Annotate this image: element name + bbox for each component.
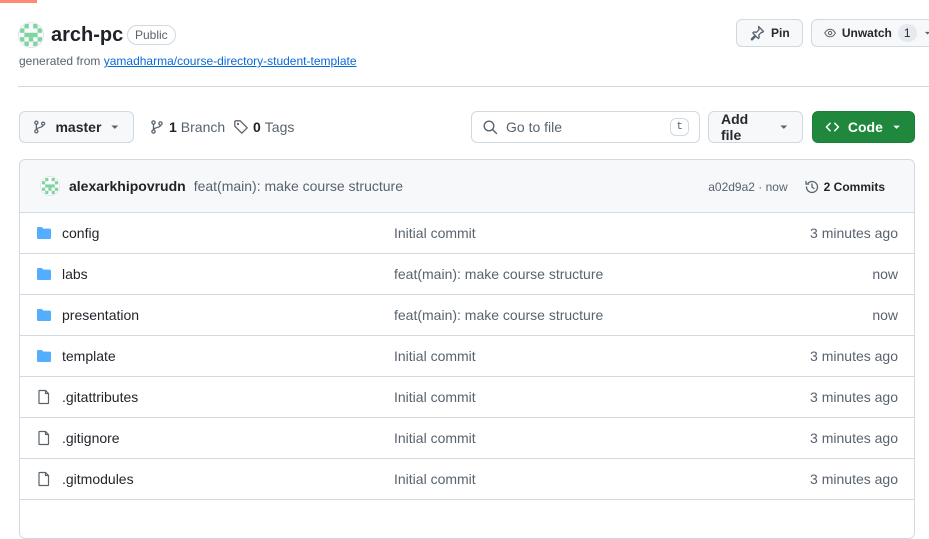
tags-count: 0 (253, 119, 261, 135)
pin-icon (750, 25, 765, 41)
file-commit-message[interactable]: Initial commit (394, 389, 476, 405)
file-commit-age: 3 minutes ago (810, 348, 898, 364)
tags-label: Tags (264, 119, 295, 135)
file-list: config Initial commit 3 minutes ago labs fea… (20, 213, 914, 500)
keyboard-shortcut-hint: t (670, 118, 689, 136)
branches-label: Branch (180, 119, 226, 135)
repo-name[interactable]: arch-pc (51, 22, 123, 48)
git-branch-icon (151, 120, 163, 134)
file-row[interactable]: config Initial commit 3 minutes ago (20, 213, 914, 254)
branch-label: master (55, 119, 102, 135)
file-row[interactable]: .gitattributes Initial commit 3 minutes ag… (20, 377, 914, 418)
file-name-link[interactable]: .gitignore (62, 430, 120, 446)
repo-toolbar: master 1 Branch 0 Tags t Add file (19, 111, 915, 143)
add-file-label: Add file (721, 111, 749, 143)
latest-commit-bar: alexarkhipovrudn feat(main): make course… (20, 160, 914, 213)
commit-message[interactable]: feat(main): make course structure (194, 178, 403, 194)
file-icon (38, 430, 50, 446)
history-icon (804, 180, 818, 193)
branches-count: 1 (169, 119, 177, 135)
add-file-button[interactable]: Add file (708, 111, 803, 143)
page-load-progress-bar (0, 0, 37, 3)
code-button[interactable]: Code (812, 111, 915, 143)
go-to-file-search[interactable]: t (471, 111, 700, 143)
caret-down-icon (893, 125, 900, 129)
file-commit-age: 3 minutes ago (810, 471, 898, 487)
unwatch-label: Unwatch (841, 26, 892, 40)
pin-label: Pin (771, 26, 790, 40)
identicon-icon (20, 24, 42, 46)
file-name-link[interactable]: presentation (62, 307, 139, 323)
eye-icon (823, 28, 836, 38)
chevron-down-icon (924, 31, 929, 35)
file-name-link[interactable]: .gitmodules (62, 471, 134, 487)
identicon-avatar[interactable] (18, 22, 44, 48)
commit-author[interactable]: alexarkhipovrudn (69, 178, 186, 194)
folder-icon (37, 350, 51, 362)
commits-history-link[interactable]: 2 Commits (804, 179, 885, 195)
commits-count-label: 2 Commits (823, 179, 885, 194)
code-icon (825, 122, 840, 132)
commit-meta: a02d9a2 · now 2 Commits (708, 160, 885, 213)
header-divider (18, 86, 929, 87)
file-icon (38, 389, 50, 405)
file-name-link[interactable]: .gitattributes (62, 389, 138, 405)
commit-sha[interactable]: a02d9a2 · now (708, 180, 787, 194)
file-icon (38, 471, 50, 487)
file-commit-message[interactable]: Initial commit (394, 225, 476, 241)
file-row[interactable]: .gitignore Initial commit 3 minutes ago (20, 418, 914, 459)
git-branch-icon (34, 120, 46, 134)
pin-button[interactable]: Pin (736, 19, 803, 47)
caret-down-icon (780, 125, 788, 129)
file-name-link[interactable]: template (62, 348, 116, 364)
caret-down-icon (111, 125, 119, 129)
tags-link[interactable]: 0 Tags (233, 111, 294, 143)
file-commit-age: now (872, 307, 898, 323)
visibility-badge: Public (127, 25, 176, 45)
branch-selector-button[interactable]: master (19, 111, 134, 143)
watchers-count: 1 (897, 24, 917, 42)
file-row[interactable]: template Initial commit 3 minutes ago (20, 336, 914, 377)
generated-from: generated from yamadharma/course-directo… (19, 54, 357, 68)
tag-icon (234, 120, 248, 134)
file-row[interactable]: .gitmodules Initial commit 3 minutes ago (20, 459, 914, 500)
identicon-icon (42, 178, 58, 194)
file-commit-age: 3 minutes ago (810, 389, 898, 405)
header-actions: Pin Unwatch 1 (736, 19, 929, 47)
branches-link[interactable]: 1 Branch (149, 111, 225, 143)
file-commit-message[interactable]: Initial commit (394, 348, 476, 364)
file-name-link[interactable]: labs (62, 266, 88, 282)
unwatch-button[interactable]: Unwatch 1 (810, 19, 929, 47)
file-commit-message[interactable]: feat(main): make course structure (394, 266, 603, 282)
code-label: Code (847, 119, 883, 135)
generated-prefix: generated from (19, 54, 101, 68)
commit-author-avatar[interactable] (40, 176, 60, 196)
file-commit-message[interactable]: feat(main): make course structure (394, 307, 603, 323)
folder-icon (37, 227, 51, 239)
file-name-link[interactable]: config (62, 225, 99, 241)
file-commit-message[interactable]: Initial commit (394, 430, 476, 446)
file-commit-message[interactable]: Initial commit (394, 471, 476, 487)
template-link[interactable]: yamadharma/course-directory-student-temp… (104, 54, 357, 68)
file-commit-age: now (872, 266, 898, 282)
file-commit-age: 3 minutes ago (810, 225, 898, 241)
file-commit-age: 3 minutes ago (810, 430, 898, 446)
file-row[interactable]: presentation feat(main): make course stru… (20, 295, 914, 336)
file-browser: alexarkhipovrudn feat(main): make course… (19, 159, 915, 539)
folder-icon (37, 268, 51, 280)
file-row[interactable]: labs feat(main): make course structure now (20, 254, 914, 295)
search-icon (483, 120, 498, 135)
folder-icon (37, 309, 51, 321)
go-to-file-input[interactable] (506, 119, 663, 135)
